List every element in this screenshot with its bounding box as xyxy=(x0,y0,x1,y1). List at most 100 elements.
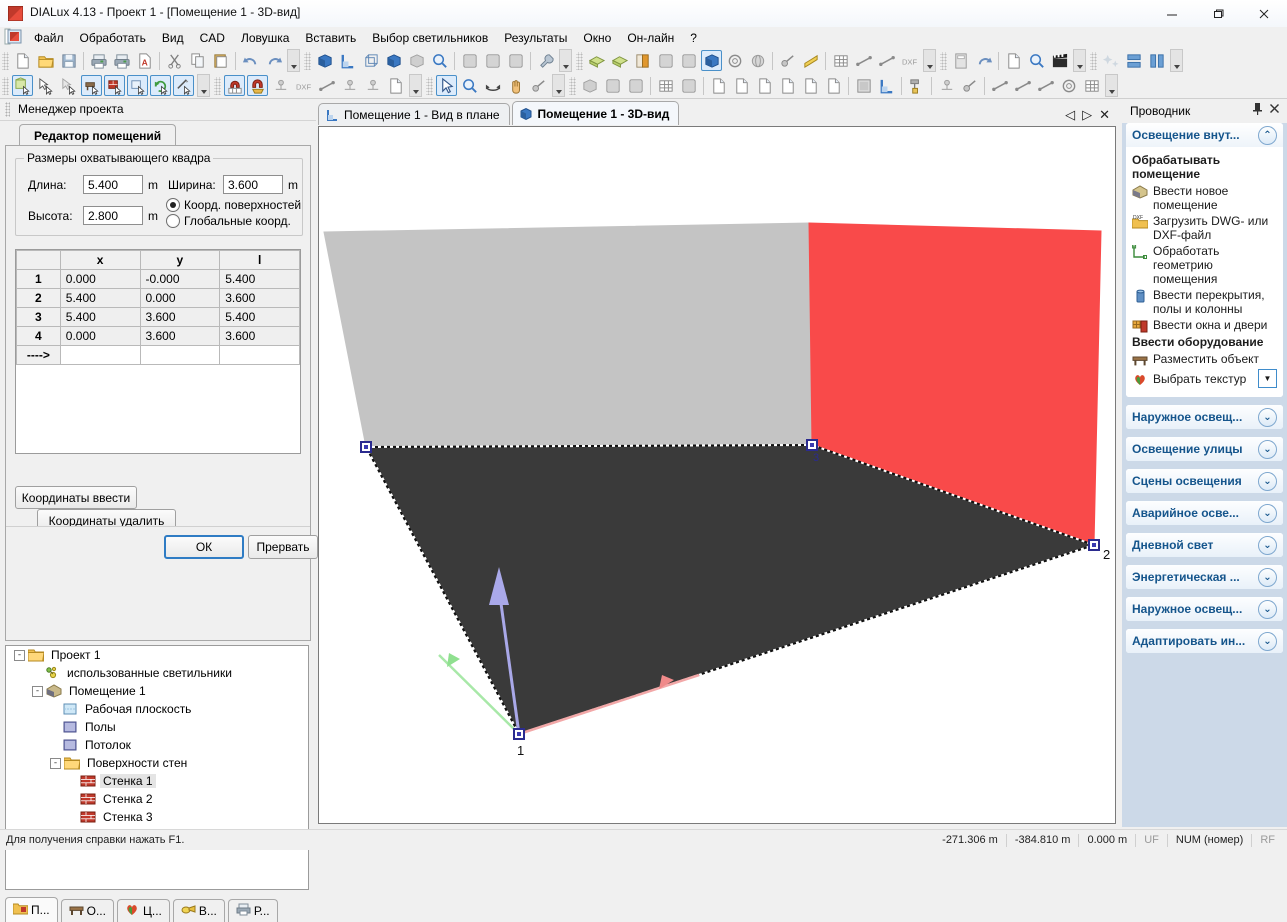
document-menu-icon[interactable] xyxy=(4,28,26,47)
chevron-down-icon[interactable]: ▼ xyxy=(1258,369,1277,388)
solid-box-icon[interactable] xyxy=(383,50,404,71)
page-table-icon[interactable] xyxy=(823,75,844,96)
chevron-down-icon[interactable]: ⌄ xyxy=(1258,503,1277,523)
book-orange-icon[interactable] xyxy=(632,50,653,71)
shade-blue-icon[interactable] xyxy=(701,50,722,71)
table-row[interactable]: 1 0.000 -0.000 5.400 xyxy=(16,269,300,289)
minimize-button[interactable] xyxy=(1149,0,1195,27)
explorer-section-header[interactable]: Освещение внут... ⌃ xyxy=(1126,123,1283,147)
bottom-tab-3[interactable]: В... xyxy=(172,899,225,922)
magnet-grid-icon[interactable] xyxy=(224,75,245,96)
cancel-button[interactable]: Прервать xyxy=(248,535,318,559)
list-check-grey-icon[interactable] xyxy=(655,50,676,71)
table-grid-icon[interactable] xyxy=(830,50,851,71)
toolbar-grip-icon[interactable] xyxy=(426,76,433,95)
tree-expander[interactable]: - xyxy=(50,757,61,769)
snap-page-icon[interactable] xyxy=(385,75,406,96)
toolbar-overflow-button[interactable] xyxy=(287,49,300,72)
cell-x[interactable] xyxy=(59,345,141,365)
explorer-link[interactable]: Обработать геометрию помещения xyxy=(1132,244,1277,286)
hierarchy-icon[interactable] xyxy=(936,75,957,96)
cell-y[interactable]: -0.000 xyxy=(139,269,221,289)
tree-node[interactable]: - Проект 1 xyxy=(6,646,308,664)
line-tool-icon[interactable] xyxy=(989,75,1010,96)
table-row[interactable]: 3 5.400 3.600 5.400 xyxy=(16,307,300,327)
cut-scissors-icon[interactable] xyxy=(164,50,185,71)
tree-node[interactable]: Рабочая плоскость xyxy=(6,700,308,718)
menu-item-insert[interactable]: Вставить xyxy=(297,29,364,47)
chevron-up-icon[interactable]: ⌃ xyxy=(1258,125,1277,145)
globe-grey-icon[interactable] xyxy=(747,50,768,71)
cell-l[interactable]: 3.600 xyxy=(219,326,300,346)
walk-icon[interactable] xyxy=(528,75,549,96)
maximize-button[interactable] xyxy=(1195,0,1241,27)
menu-item-luminaire-selection[interactable]: Выбор светильников xyxy=(364,29,496,47)
room-3d-blue-icon[interactable] xyxy=(314,50,335,71)
explorer-section-header[interactable]: Наружное освещ... ⌄ xyxy=(1126,405,1283,429)
tree-node[interactable]: - Поверхности стен xyxy=(6,754,308,772)
furniture-cursor-icon[interactable] xyxy=(81,75,102,96)
bottom-tab-2[interactable]: Ц... xyxy=(116,899,170,922)
explorer-section-header[interactable]: Аварийное осве... ⌄ xyxy=(1126,501,1283,525)
document-tab-0[interactable]: Помещение 1 - Вид в плане xyxy=(318,103,510,125)
zoom-region-icon[interactable] xyxy=(429,50,450,71)
toolbar-grip-icon[interactable] xyxy=(1090,51,1097,70)
circle-tool-icon[interactable] xyxy=(1058,75,1079,96)
chevron-down-icon[interactable]: ⌄ xyxy=(1258,407,1277,427)
chevron-down-icon[interactable]: ⌄ xyxy=(1258,439,1277,459)
pan-hand-icon[interactable] xyxy=(505,75,526,96)
menu-item-view[interactable]: Вид xyxy=(154,29,192,47)
bottom-tab-1[interactable]: О... xyxy=(60,899,114,922)
table-tool-icon[interactable] xyxy=(1081,75,1102,96)
calculator-grey-icon[interactable] xyxy=(950,50,971,71)
menu-item-edit[interactable]: Обработать xyxy=(72,29,154,47)
chevron-down-icon[interactable]: ⌄ xyxy=(1258,631,1277,651)
document-tab-1[interactable]: Помещение 1 - 3D-вид xyxy=(511,101,680,125)
tree-expander[interactable]: - xyxy=(14,649,25,661)
3d-viewport[interactable]: 1 2 3 xyxy=(318,126,1116,824)
money-green-icon[interactable] xyxy=(586,50,607,71)
cell-l[interactable]: 5.400 xyxy=(219,307,300,327)
explorer-link[interactable]: Ввести новое помещение xyxy=(1132,184,1277,212)
tab-room-editor[interactable]: Редактор помещений xyxy=(19,124,177,147)
toolbar-overflow-button[interactable] xyxy=(197,74,210,97)
building-icon[interactable] xyxy=(678,75,699,96)
cell-x[interactable]: 0.000 xyxy=(59,269,141,289)
star-grey-icon[interactable] xyxy=(678,50,699,71)
print-icon[interactable] xyxy=(88,50,109,71)
cell-y[interactable]: 0.000 xyxy=(139,288,221,308)
flag-icon[interactable] xyxy=(625,75,646,96)
polyline-tool-icon[interactable] xyxy=(1012,75,1033,96)
pen-cursor-icon[interactable] xyxy=(173,75,194,96)
cell-y[interactable] xyxy=(139,345,221,365)
wrench-icon[interactable] xyxy=(535,50,556,71)
toolbar-overflow-button[interactable] xyxy=(552,74,565,97)
redo-arrow-icon[interactable] xyxy=(263,50,284,71)
room-3d-render[interactable]: 1 2 3 xyxy=(319,127,1115,823)
toolbar-grip-icon[interactable] xyxy=(304,51,311,70)
snap-line-icon[interactable] xyxy=(316,75,337,96)
l-shape-room-icon[interactable] xyxy=(337,50,358,71)
undo-arrow-icon[interactable] xyxy=(240,50,261,71)
cell-x[interactable]: 5.400 xyxy=(59,288,141,308)
toolbar-grip-icon[interactable] xyxy=(576,51,583,70)
explorer-link[interactable]: Разместить объект xyxy=(1132,352,1277,367)
measure-icon[interactable] xyxy=(777,50,798,71)
project-tree[interactable]: - Проект 1 использованные светильники - … xyxy=(5,645,309,890)
wireframe-box-icon[interactable] xyxy=(360,50,381,71)
table-row[interactable]: 4 0.000 3.600 3.600 xyxy=(16,326,300,346)
toolbar-overflow-button[interactable] xyxy=(559,49,572,72)
explorer-section-header[interactable]: Дневной свет ⌄ xyxy=(1126,533,1283,557)
orbit-icon[interactable] xyxy=(482,75,503,96)
toolbar-overflow-button[interactable] xyxy=(1105,74,1118,97)
corner-icon[interactable] xyxy=(876,75,897,96)
cell-l[interactable]: 5.400 xyxy=(219,269,300,289)
menu-item-cad[interactable]: CAD xyxy=(192,29,233,47)
new-document-icon[interactable] xyxy=(12,50,33,71)
tree-node[interactable]: Стенка 3 xyxy=(6,808,308,826)
menu-item-snap[interactable]: Ловушка xyxy=(233,29,297,47)
link-grey-icon[interactable] xyxy=(459,50,480,71)
explorer-section-header[interactable]: Наружное освещ... ⌄ xyxy=(1126,597,1283,621)
page-b-icon[interactable] xyxy=(731,75,752,96)
film-clapper-icon[interactable] xyxy=(1049,50,1070,71)
